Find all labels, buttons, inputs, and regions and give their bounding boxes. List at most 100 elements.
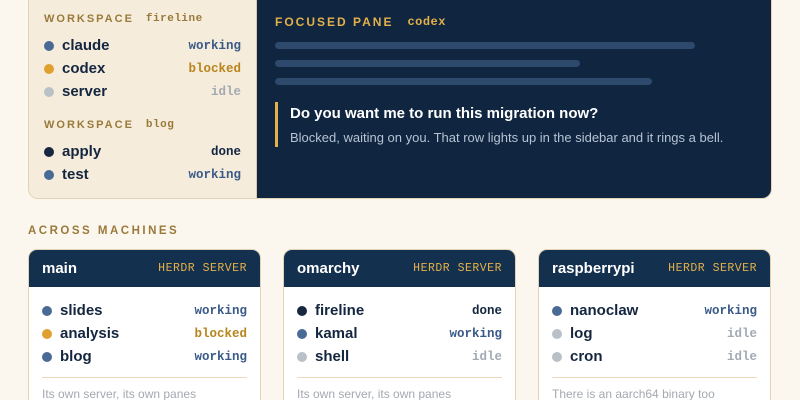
output-line-placeholder [275,42,695,49]
machine-name: main [42,260,78,277]
workspace-group-blog: WORKSPACE blog apply done test working [44,118,241,186]
pane-name: log [570,325,593,342]
pane-name: test [62,166,89,183]
status-dot [297,328,307,339]
status-dot [44,40,54,51]
status-badge: idle [726,349,757,364]
machine-header: omarchy HERDR SERVER [284,250,515,287]
section-title: ACROSS MACHINES [28,225,180,237]
pane-row-cron[interactable]: cron idle [552,345,757,368]
machine-note: Its own server, its own panes [297,387,452,400]
pane-name: kamal [315,325,358,342]
status-dot [44,63,54,74]
output-line-placeholder [275,60,580,67]
pane-row-kamal[interactable]: kamal working [297,322,502,345]
status-badge: working [449,326,502,341]
pane-list: slides working analysis blocked blog wor… [42,299,247,368]
output-line-placeholder [275,78,652,85]
status-dot [552,351,562,362]
pane-list: apply done test working [44,140,241,186]
prompt-question: Do you want me to run this migration now… [290,105,599,122]
focused-pane-heading: FOCUSED PANE codex [275,15,753,29]
status-badge: idle [210,84,241,99]
status-badge: working [188,38,241,53]
pane-list: nanoclaw working log idle cron idle [552,299,757,368]
status-badge: working [704,303,757,318]
pane-name: analysis [60,325,120,342]
machine-note: There is an aarch64 binary too [552,387,715,400]
status-dot [552,328,562,339]
pane-list: claude working codex blocked server idle [44,34,241,103]
status-badge: done [471,303,502,318]
machine-role: HERDR SERVER [158,262,247,275]
status-badge: working [188,167,241,182]
pane-row-analysis[interactable]: analysis blocked [42,322,247,345]
pane-name: cron [570,348,603,365]
prompt-note: Blocked, waiting on you. That row lights… [290,130,724,145]
status-badge: working [194,303,247,318]
pane-name: fireline [315,302,365,319]
machine-body: nanoclaw working log idle cron idle Ther… [539,287,770,400]
workspace-heading: WORKSPACE fireline [44,12,241,26]
workspace-name: fireline [145,13,203,25]
divider [552,377,757,378]
pane-row-nanoclaw[interactable]: nanoclaw working [552,299,757,322]
status-dot [42,351,52,362]
pane-row-codex[interactable]: codex blocked [44,57,241,80]
pane-list: fireline done kamal working shell idle [297,299,502,368]
pane-row-claude[interactable]: claude working [44,34,241,57]
pane-row-fireline[interactable]: fireline done [297,299,502,322]
status-badge: idle [726,326,757,341]
status-badge: working [194,349,247,364]
focused-pane[interactable]: FOCUSED PANE codex Do you want me to run… [257,0,771,198]
workspace-panel: WORKSPACE fireline claude working codex … [28,0,772,199]
machine-name: omarchy [297,260,360,277]
status-badge: blocked [194,326,247,341]
agent-prompt: Do you want me to run this migration now… [275,102,753,147]
pane-name: blog [60,348,92,365]
pane-row-blog[interactable]: blog working [42,345,247,368]
focused-pane-name: codex [407,15,446,29]
machine-body: fireline done kamal working shell idle I… [284,287,515,400]
machine-header: raspberrypi HERDR SERVER [539,250,770,287]
machine-note: Its own server, its own panes [42,387,197,400]
workspace-heading: WORKSPACE blog [44,118,241,132]
pane-name: claude [62,37,110,54]
pane-row-apply[interactable]: apply done [44,140,241,163]
focused-pane-label: FOCUSED PANE [275,15,394,29]
status-dot [297,305,307,316]
machine-card-main: main HERDR SERVER slides working analysi… [28,249,261,400]
status-badge: done [210,144,241,159]
divider [42,377,247,378]
pane-name: server [62,83,108,100]
divider [297,377,502,378]
workspace-label: WORKSPACE [44,119,134,131]
workspace-name: blog [145,119,175,131]
machine-role: HERDR SERVER [413,262,502,275]
status-badge: blocked [188,61,241,76]
machine-name: raspberrypi [552,260,635,277]
pane-row-log[interactable]: log idle [552,322,757,345]
pane-row-shell[interactable]: shell idle [297,345,502,368]
machine-card-omarchy: omarchy HERDR SERVER fireline done kamal… [283,249,516,400]
pane-row-test[interactable]: test working [44,163,241,186]
workspace-group-fireline: WORKSPACE fireline claude working codex … [44,12,241,103]
status-dot [42,305,52,316]
machine-role: HERDR SERVER [668,262,757,275]
status-dot [42,328,52,339]
machine-card-raspberrypi: raspberrypi HERDR SERVER nanoclaw workin… [538,249,771,400]
pane-name: nanoclaw [570,302,639,319]
sidebar: WORKSPACE fireline claude working codex … [29,0,257,198]
pane-name: codex [62,60,106,77]
workspace-label: WORKSPACE [44,13,134,25]
pane-row-server[interactable]: server idle [44,80,241,103]
pane-row-slides[interactable]: slides working [42,299,247,322]
status-dot [44,86,54,97]
status-dot [44,146,54,157]
status-badge: idle [471,349,502,364]
status-dot [552,305,562,316]
machine-body: slides working analysis blocked blog wor… [29,287,260,400]
pane-name: apply [62,143,102,160]
pane-name: shell [315,348,350,365]
machine-header: main HERDR SERVER [29,250,260,287]
